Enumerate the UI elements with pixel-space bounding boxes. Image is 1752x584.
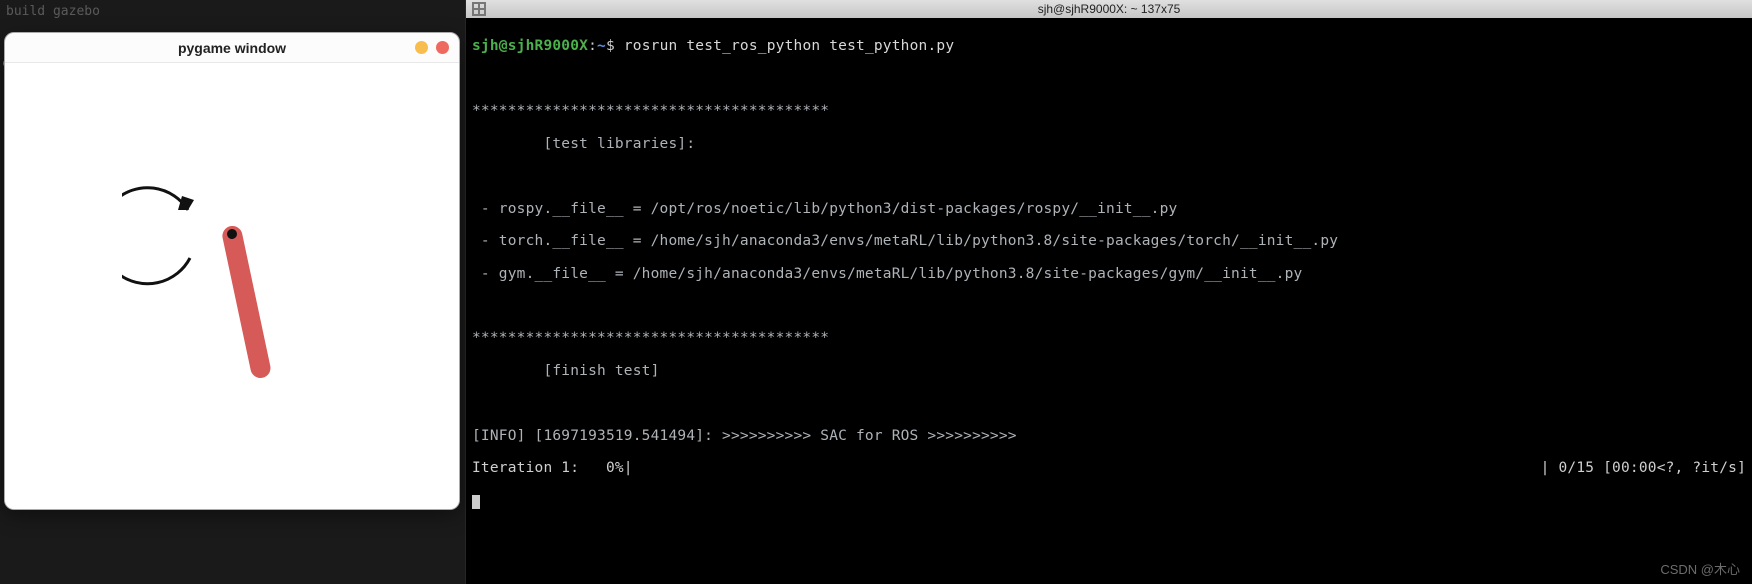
output-line-torch: - torch.__file__ = /home/sjh/anaconda3/e… <box>472 233 1746 249</box>
blank-line <box>472 395 1746 411</box>
prompt-line: sjh@sjhR9000X:~$ rosrun test_ros_python … <box>472 38 1746 54</box>
output-line-gym: - gym.__file__ = /home/sjh/anaconda3/env… <box>472 266 1746 282</box>
pygame-canvas <box>5 63 459 509</box>
prompt-user-host: sjh@sjhR9000X <box>472 38 588 54</box>
pendulum-rod <box>221 224 273 380</box>
minimize-button[interactable] <box>415 41 428 54</box>
prompt-path: ~ <box>597 38 606 54</box>
watermark-text: CSDN @木心 <box>1660 559 1740 578</box>
rotation-arc-icon <box>122 188 190 284</box>
terminal-window-title: sjh@sjhR9000X: ~ 137x75 <box>1038 2 1181 16</box>
prompt-dollar: $ <box>606 38 615 54</box>
rotation-arrowhead-icon <box>178 196 194 210</box>
progress-right: | 0/15 [00:00<?, ?it/s] <box>1541 460 1746 476</box>
terminal-titlebar[interactable]: sjh@sjhR9000X: ~ 137x75 <box>466 0 1752 18</box>
pygame-window[interactable]: pygame window <box>4 32 460 510</box>
stars-line: **************************************** <box>472 330 1746 346</box>
blank-line <box>472 71 1746 87</box>
stars-line: **************************************** <box>472 103 1746 119</box>
command-text: rosrun test_ros_python test_python.py <box>624 38 954 54</box>
blank-line <box>472 168 1746 184</box>
bg-text: build gazebo <box>6 4 100 19</box>
pygame-window-title: pygame window <box>178 40 286 56</box>
terminal-cursor <box>472 495 480 509</box>
window-controls <box>415 41 449 54</box>
output-line-rospy: - rospy.__file__ = /opt/ros/noetic/lib/p… <box>472 201 1746 217</box>
section-label: [finish test] <box>472 363 1746 379</box>
cursor-line <box>472 493 1746 509</box>
terminal-window[interactable]: sjh@sjhR9000X: ~ 137x75 sjh@sjhR9000X:~$… <box>466 0 1752 584</box>
info-line: [INFO] [1697193519.541494]: >>>>>>>>>> S… <box>472 428 1746 444</box>
blank-line <box>472 298 1746 314</box>
pygame-titlebar[interactable]: pygame window <box>5 33 459 63</box>
tile-icon[interactable] <box>472 2 486 16</box>
close-button[interactable] <box>436 41 449 54</box>
progress-line: Iteration 1: 0%| | 0/15 [00:00<?, ?it/s] <box>472 460 1746 476</box>
pendulum-graphic <box>122 174 342 434</box>
terminal-output[interactable]: sjh@sjhR9000X:~$ rosrun test_ros_python … <box>466 18 1752 546</box>
prompt-sep: : <box>588 38 597 54</box>
section-label: [test libraries]: <box>472 136 1746 152</box>
progress-left: Iteration 1: 0%| <box>472 460 633 476</box>
